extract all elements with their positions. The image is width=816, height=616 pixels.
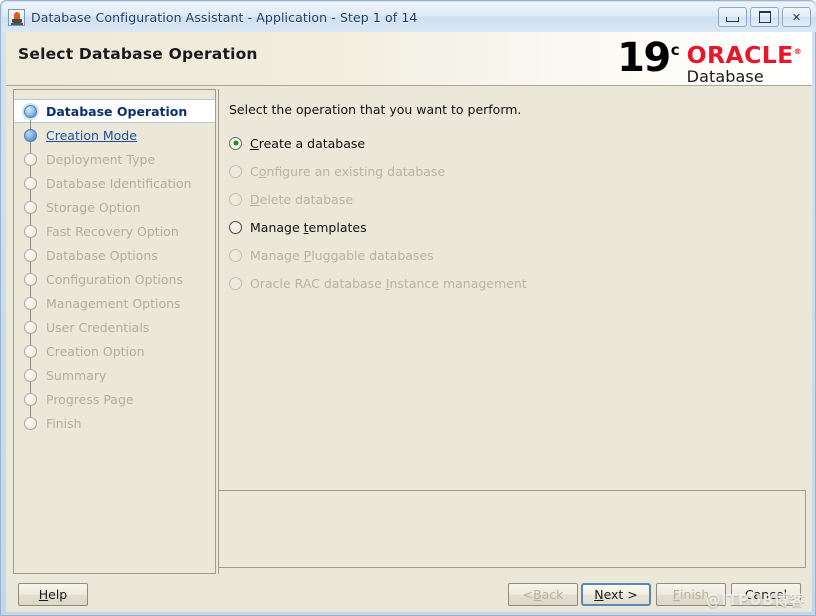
sidebar-step-management-options: Management Options [14,291,215,315]
window-title: Database Configuration Assistant - Appli… [31,9,418,25]
sidebar-step-configuration-options: Configuration Options [14,267,215,291]
radio-option-label: Create a database [250,135,366,151]
radio-option-manage-templates[interactable]: Manage templates [229,213,789,241]
registered-mark-icon: ® [793,47,802,56]
radio-option-oracle-rac-database-instance-management: Oracle RAC database Instance management [229,269,789,297]
sidebar-step-label: Deployment Type [46,151,156,167]
sidebar-step-label: User Credentials [46,319,150,335]
logo-product: Database [686,66,764,86]
radio-button-icon [229,276,242,290]
steps-list: Database Operation Creation Mode Deploymen… [14,90,215,435]
sidebar-step-finish: Finish [14,411,215,435]
body-area: Database Operation Creation Mode Deploymen… [6,86,812,582]
application-window: Database Configuration Assistant - Appli… [0,0,816,616]
step-bullet-icon [24,296,37,310]
cancel-button[interactable]: Cancel [731,583,801,606]
page-header: Select Database Operation 19 c ORACLE® D… [6,32,812,86]
radio-option-label: Configure an existing database [250,163,446,179]
sidebar-step-label: Creation Mode [46,127,137,143]
step-bullet-icon [24,248,37,262]
radio-button-icon [229,192,242,206]
radio-button-icon [229,248,242,262]
sidebar-step-database-identification: Database Identification [14,171,215,195]
java-cup-icon [8,8,25,26]
sidebar-step-storage-option: Storage Option [14,195,215,219]
step-bullet-icon [24,272,37,286]
step-bullet-icon [24,344,37,358]
sidebar-step-user-credentials: User Credentials [14,315,215,339]
sidebar-step-label: Storage Option [46,199,141,215]
logo-version-suffix: c [670,41,680,59]
window-controls: ✕ [718,7,811,27]
radio-option-label: Delete database [250,191,354,207]
sidebar-step-label: Creation Option [46,343,145,359]
step-bullet-icon [24,128,37,142]
sidebar-step-creation-option: Creation Option [14,339,215,363]
steps-sidebar: Database Operation Creation Mode Deploymen… [13,89,216,574]
sidebar-step-label: Progress Page [46,391,134,407]
minimize-button[interactable] [718,7,747,27]
button-bar: Help < Back Next > Finish Cancel @ITPUB博… [6,578,812,612]
logo-version: 19 [617,35,671,81]
sidebar-step-database-operation[interactable]: Database Operation [14,99,215,124]
sidebar-step-label: Configuration Options [46,271,183,287]
radio-option-create-a-database[interactable]: Create a database [229,129,789,157]
step-bullet-icon [24,152,37,166]
sidebar-step-label: Database Identification [46,175,192,191]
radio-button-icon [229,164,242,178]
step-bullet-icon [24,416,37,430]
radio-option-delete-database: Delete database [229,185,789,213]
step-bullet-icon [24,176,37,190]
page-title: Select Database Operation [18,45,258,63]
sidebar-step-deployment-type: Deployment Type [14,147,215,171]
back-button: < Back [508,583,578,606]
close-icon: ✕ [791,10,802,24]
radio-option-label: Manage Pluggable databases [250,247,434,263]
sidebar-step-label: Fast Recovery Option [46,223,179,239]
radio-button-selected-icon[interactable] [229,136,242,150]
oracle-logo: 19 c ORACLE® Database [617,35,802,86]
maximize-button[interactable] [750,7,779,27]
logo-brand-text: ORACLE [686,40,794,69]
sidebar-step-label: Summary [46,367,107,383]
radio-option-label: Manage templates [250,219,367,235]
radio-button-icon[interactable] [229,220,242,234]
instruction-text: Select the operation that you want to pe… [229,102,522,117]
help-button[interactable]: Help [18,583,88,606]
sidebar-step-label: Database Options [46,247,158,263]
operation-radio-group: Create a database Configure an existing d… [229,129,789,297]
message-panel [218,490,806,568]
title-bar[interactable]: Database Configuration Assistant - Appli… [2,2,816,32]
step-bullet-icon [24,224,37,238]
sidebar-step-label: Database Operation [46,103,188,119]
sidebar-step-progress-page: Progress Page [14,387,215,411]
step-bullet-icon [24,104,37,118]
next-button[interactable]: Next > [581,583,651,606]
radio-option-label: Oracle RAC database Instance management [250,275,527,291]
close-button[interactable]: ✕ [782,7,811,27]
step-bullet-icon [24,392,37,406]
sidebar-step-label: Finish [46,415,82,431]
radio-option-configure-an-existing-database: Configure an existing database [229,157,789,185]
step-bullet-icon [24,368,37,382]
finish-button: Finish [656,583,726,606]
logo-brand: ORACLE® [687,40,802,67]
sidebar-step-fast-recovery-option: Fast Recovery Option [14,219,215,243]
step-bullet-icon [24,200,37,214]
sidebar-step-database-options: Database Options [14,243,215,267]
step-bullet-icon [24,320,37,334]
sidebar-step-summary: Summary [14,363,215,387]
radio-option-manage-pluggable-databases: Manage Pluggable databases [229,241,789,269]
sidebar-step-creation-mode[interactable]: Creation Mode [14,123,215,147]
sidebar-step-label: Management Options [46,295,181,311]
